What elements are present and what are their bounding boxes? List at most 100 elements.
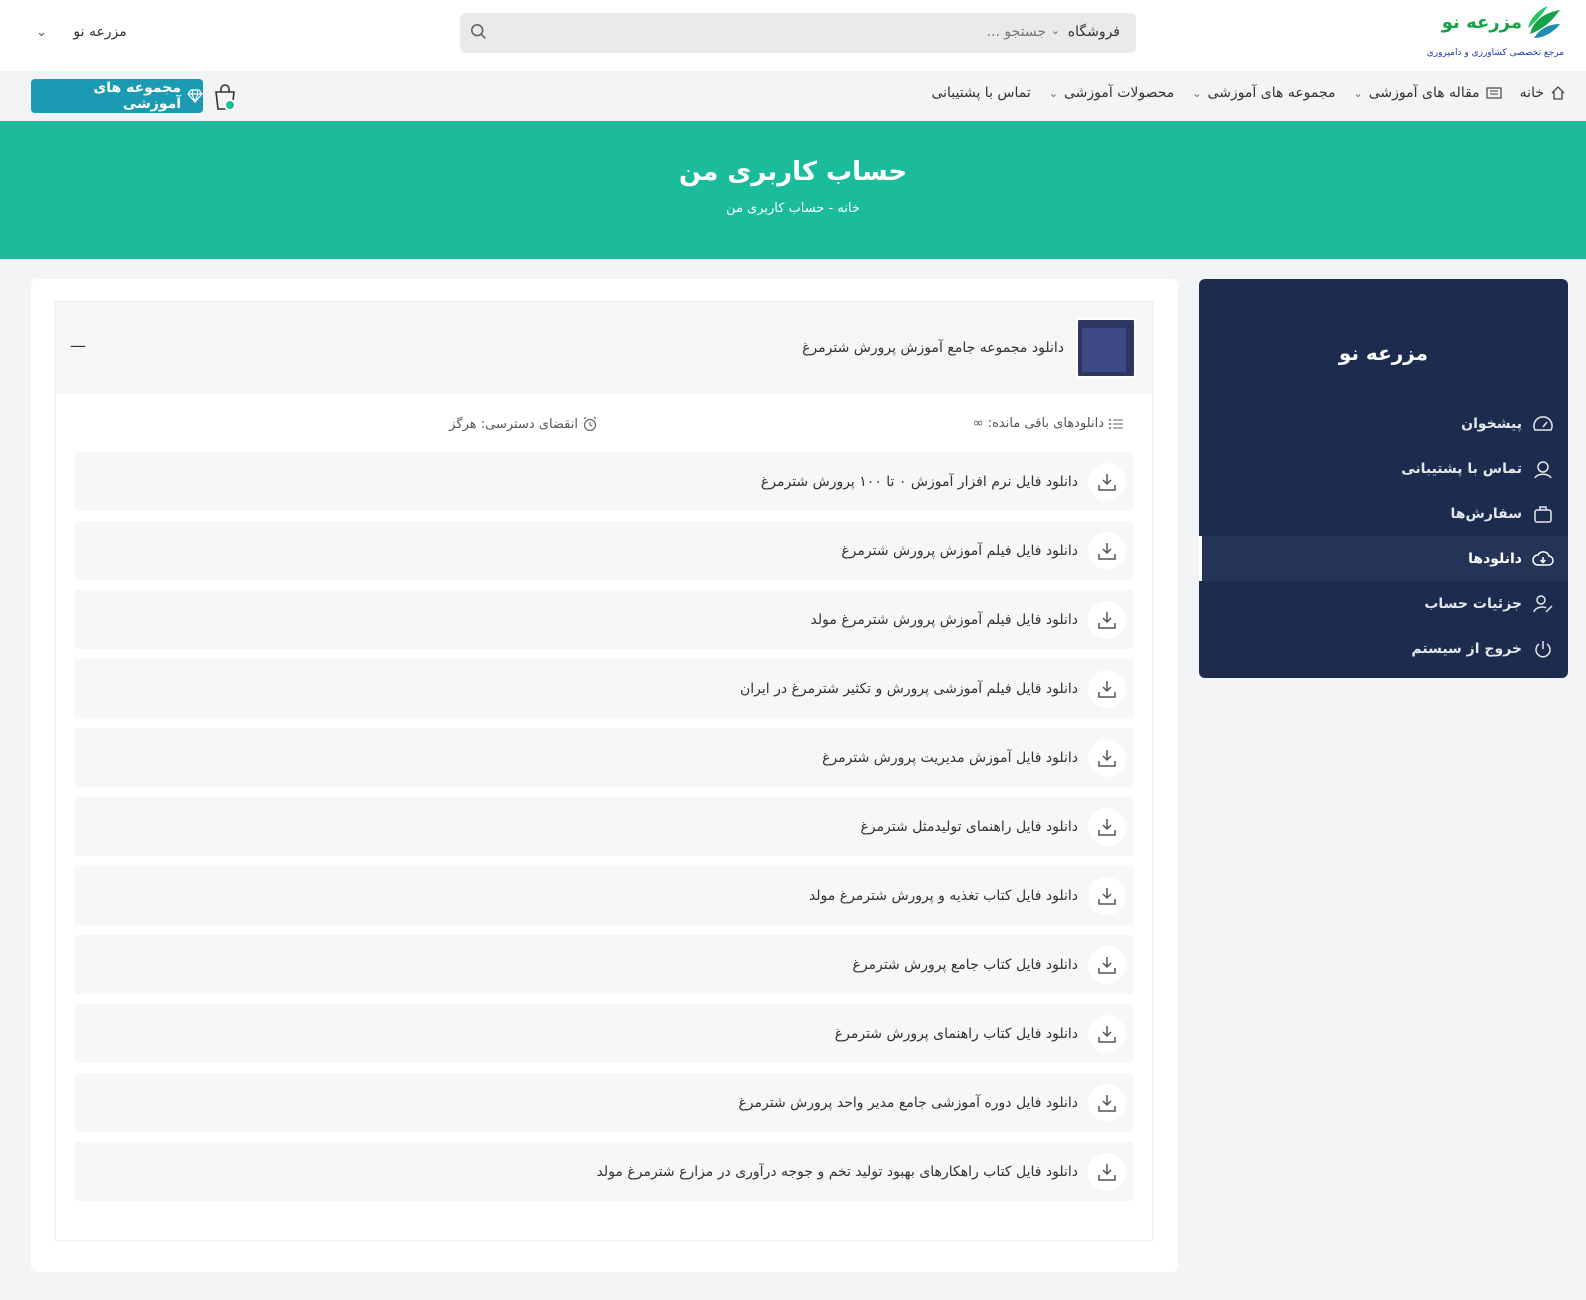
orders-icon <box>1534 505 1552 523</box>
cart-badge <box>224 99 236 111</box>
download-file-row[interactable]: دانلود فایل کتاب جامع پرورش شترمرغ <box>74 935 1134 994</box>
download-file-name[interactable]: دانلود فایل فیلم آموزش پرورش شترمرغ مولد <box>811 612 1078 628</box>
sidebar-item-label: خروج از سیستم <box>1411 640 1522 657</box>
list-icon <box>1109 418 1123 429</box>
account-content: مزرعه نو پیشخوان تماس با پشتیبانی سفارش‌… <box>0 259 1586 1300</box>
sidebar-item-downloads[interactable]: دانلودها <box>1199 536 1568 581</box>
leaf-logo-icon <box>1528 6 1560 38</box>
top-header: مزرعه نو مرجع تخصصی کشاورزی و دامپروری ف… <box>0 0 1586 71</box>
download-icon <box>1098 749 1116 767</box>
account-menu[interactable]: مزرعه نو ⌄ <box>36 24 127 40</box>
search-input[interactable]: جستجو ... <box>987 24 1046 40</box>
page-hero: حساب کاربری من خانه - حساب کاربری من <box>0 121 1586 259</box>
chevron-down-icon: ⌄ <box>1050 24 1060 37</box>
account-sidebar: مزرعه نو پیشخوان تماس با پشتیبانی سفارش‌… <box>1199 279 1568 678</box>
chevron-down-icon: ⌄ <box>1353 86 1363 100</box>
search-scope-select[interactable]: فروشگاه <box>1068 24 1120 40</box>
download-product-card: دانلود مجموعه جامع آموزش پرورش شترمرغ — … <box>55 301 1153 1241</box>
download-file-name[interactable]: دانلود فایل کتاب راهکارهای بهبود تولید ت… <box>597 1164 1078 1180</box>
nav-label: خانه <box>1519 85 1544 101</box>
download-file-name[interactable]: دانلود فایل کتاب جامع پرورش شترمرغ <box>852 957 1078 973</box>
cart-button[interactable] <box>210 83 238 111</box>
nav-label: مقاله های آموزشی <box>1368 85 1480 101</box>
sidebar-item-account-details[interactable]: جزئیات حساب <box>1199 581 1568 626</box>
download-icon <box>1098 956 1116 974</box>
download-icon <box>1098 887 1116 905</box>
sidebar-item-dashboard[interactable]: پیشخوان <box>1199 401 1568 446</box>
nav-item-collections[interactable]: مجموعه های آموزشی ⌄ <box>1192 85 1335 101</box>
user-edit-icon <box>1533 594 1553 613</box>
download-icon <box>1098 1094 1116 1112</box>
nav-item-home[interactable]: خانه <box>1520 85 1566 101</box>
download-file-name[interactable]: دانلود فایل راهنمای تولیدمثل شترمرغ <box>860 819 1078 835</box>
download-file-row[interactable]: دانلود فایل نرم افزار آموزش ۰ تا ۱۰۰ پرو… <box>74 452 1134 511</box>
download-button[interactable] <box>1088 807 1126 846</box>
sidebar-item-label: جزئیات حساب <box>1424 595 1522 612</box>
downloads-panel: دانلود مجموعه جامع آموزش پرورش شترمرغ — … <box>31 279 1178 1272</box>
nav-item-support[interactable]: تماس با پشتیبانی <box>931 85 1030 101</box>
nav-item-articles[interactable]: مقاله های آموزشی ⌄ <box>1354 85 1502 101</box>
home-icon <box>1551 86 1565 100</box>
download-file-name[interactable]: دانلود فایل فیلم آموزشی پرورش و تکثیر شت… <box>740 681 1078 697</box>
download-file-list: دانلود فایل نرم افزار آموزش ۰ تا ۱۰۰ پرو… <box>56 452 1152 1201</box>
sidebar-item-orders[interactable]: سفارش‌ها <box>1199 491 1568 536</box>
download-button[interactable] <box>1088 876 1126 915</box>
site-logo[interactable]: مزرعه نو مرجع تخصصی کشاورزی و دامپروری <box>1414 4 1564 64</box>
download-file-name[interactable]: دانلود فایل دوره آموزشی جامع مدیر واحد پ… <box>738 1095 1078 1111</box>
brand-name: مزرعه نو <box>1441 12 1522 33</box>
sidebar-item-label: سفارش‌ها <box>1450 505 1522 522</box>
download-file-row[interactable]: دانلود فایل کتاب راهنمای پرورش شترمرغ <box>74 1004 1134 1063</box>
sidebar-item-label: پیشخوان <box>1461 415 1522 432</box>
sidebar-item-label: تماس با پشتیبانی <box>1401 460 1522 477</box>
newspaper-icon <box>1486 87 1502 99</box>
download-button[interactable] <box>1088 669 1126 708</box>
remaining-text: دانلودهای باقی مانده: ∞ <box>972 416 1104 431</box>
download-file-name[interactable]: دانلود فایل نرم افزار آموزش ۰ تا ۱۰۰ پرو… <box>761 474 1078 490</box>
collections-cta-button[interactable]: مجموعه های آموزشی <box>31 79 203 113</box>
download-button[interactable] <box>1088 600 1126 639</box>
power-icon <box>1535 640 1551 657</box>
nav-label: محصولات آموزشی <box>1064 85 1175 101</box>
download-button[interactable] <box>1088 738 1126 777</box>
main-navbar: خانه مقاله های آموزشی ⌄ مجموعه های آموزش… <box>0 71 1586 121</box>
sidebar-item-logout[interactable]: خروج از سیستم <box>1199 626 1568 671</box>
expiry-text: انقضای دسترسی: هرگز <box>449 416 578 432</box>
download-file-row[interactable]: دانلود فایل فیلم آموزش پرورش شترمرغ مولد <box>74 590 1134 649</box>
download-file-name[interactable]: دانلود فایل کتاب راهنمای پرورش شترمرغ <box>835 1026 1078 1042</box>
download-file-row[interactable]: دانلود فایل فیلم آموزش پرورش شترمرغ <box>74 521 1134 580</box>
diamond-icon <box>187 89 203 103</box>
download-file-row[interactable]: دانلود فایل دوره آموزشی جامع مدیر واحد پ… <box>74 1073 1134 1132</box>
download-meta: دانلودهای باقی مانده: ∞ انقضای دسترسی: ه… <box>56 394 1152 452</box>
sidebar-item-support[interactable]: تماس با پشتیبانی <box>1199 446 1568 491</box>
support-icon <box>1534 460 1552 478</box>
download-file-row[interactable]: دانلود فایل کتاب تغذیه و پرورش شترمرغ مو… <box>74 866 1134 925</box>
download-icon <box>1098 473 1116 491</box>
download-file-name[interactable]: دانلود فایل فیلم آموزش پرورش شترمرغ <box>841 543 1078 559</box>
nav-label: مجموعه های آموزشی <box>1207 85 1336 101</box>
download-button[interactable] <box>1088 945 1126 984</box>
download-button[interactable] <box>1088 531 1126 570</box>
sidebar-item-label: دانلودها <box>1468 550 1522 567</box>
cloud-download-icon <box>1532 550 1554 566</box>
download-button[interactable] <box>1088 1014 1126 1053</box>
download-button[interactable] <box>1088 1083 1126 1122</box>
download-file-row[interactable]: دانلود فایل کتاب راهکارهای بهبود تولید ت… <box>74 1142 1134 1201</box>
download-file-row[interactable]: دانلود فایل آموزش مدیریت پرورش شترمرغ <box>74 728 1134 787</box>
breadcrumb[interactable]: خانه - حساب کاربری من <box>0 201 1586 216</box>
nav-item-products[interactable]: محصولات آموزشی ⌄ <box>1049 85 1175 101</box>
download-file-name[interactable]: دانلود فایل آموزش مدیریت پرورش شترمرغ <box>822 750 1078 766</box>
collapse-toggle[interactable]: — <box>70 336 86 355</box>
download-icon <box>1098 1163 1116 1181</box>
download-file-name[interactable]: دانلود فایل کتاب تغذیه و پرورش شترمرغ مو… <box>809 888 1078 904</box>
download-file-row[interactable]: دانلود فایل راهنمای تولیدمثل شترمرغ <box>74 797 1134 856</box>
download-button[interactable] <box>1088 1152 1126 1191</box>
product-title: دانلود مجموعه جامع آموزش پرورش شترمرغ <box>802 340 1064 356</box>
download-icon <box>1098 542 1116 560</box>
dashboard-icon <box>1533 415 1553 431</box>
download-file-row[interactable]: دانلود فایل فیلم آموزشی پرورش و تکثیر شت… <box>74 659 1134 718</box>
search-bar[interactable]: فروشگاه ⌄ جستجو ... <box>460 13 1136 53</box>
download-product-header[interactable]: دانلود مجموعه جامع آموزش پرورش شترمرغ — <box>56 302 1152 394</box>
search-icon[interactable] <box>470 23 488 41</box>
page-title: حساب کاربری من <box>678 157 908 187</box>
download-button[interactable] <box>1088 462 1126 501</box>
